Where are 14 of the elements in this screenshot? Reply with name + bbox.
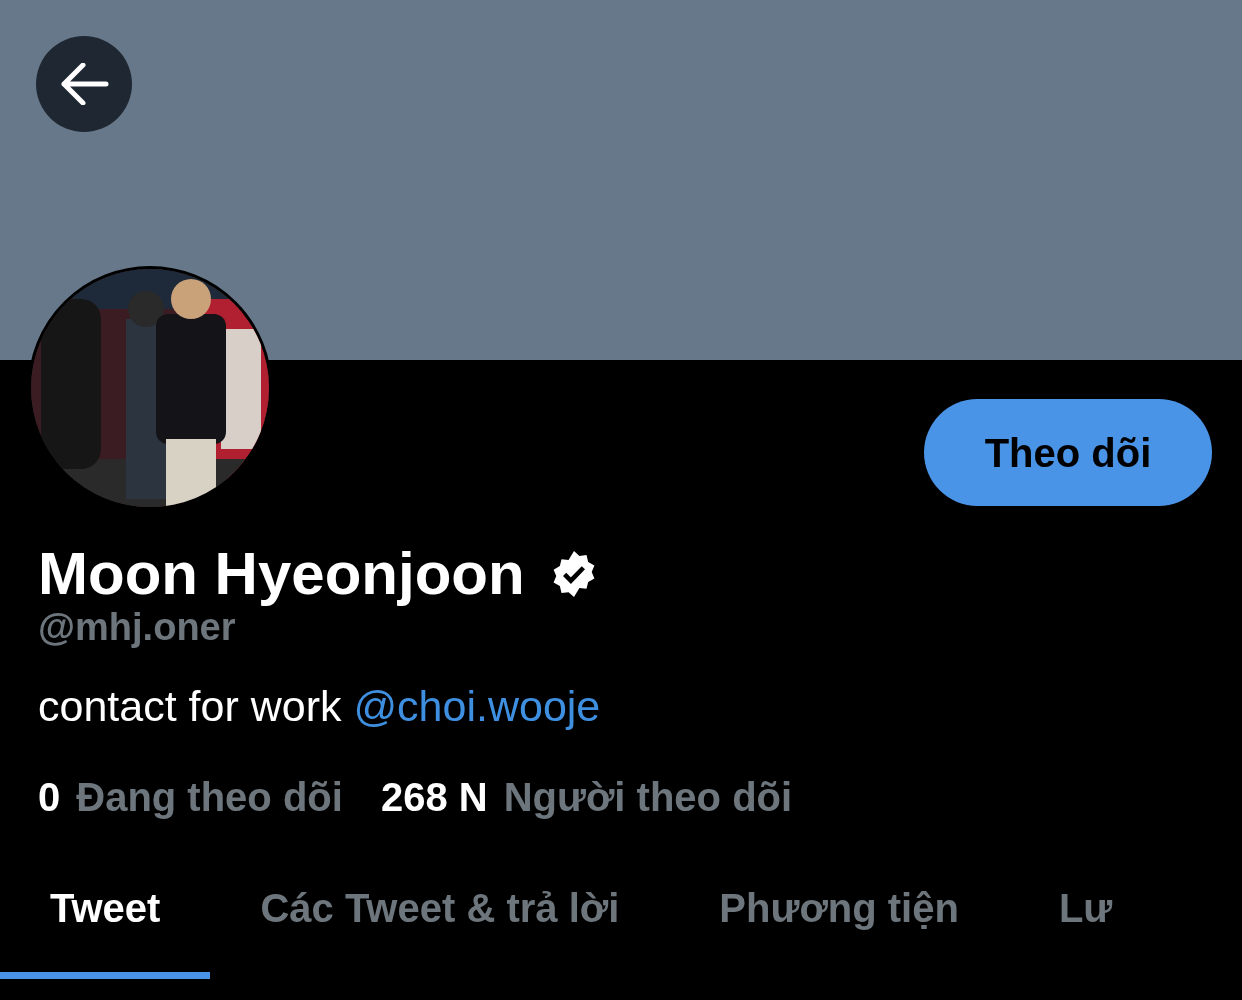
profile-tab[interactable]: Các Tweet & trả lời <box>260 828 620 987</box>
stat-count: 0 <box>38 773 61 821</box>
follow-button[interactable]: Theo dõi <box>924 399 1212 506</box>
mention-link[interactable]: @choi.wooje <box>353 682 601 730</box>
stat-count: 268 N <box>380 773 488 821</box>
profile-bio: contact for work @choi.wooje <box>38 681 602 732</box>
profile-tab[interactable]: Lư <box>1058 828 1113 987</box>
profile-handle: @mhj.oner <box>38 606 237 650</box>
profile-tab[interactable]: Tweet <box>0 828 211 987</box>
profile-name: Moon Hyeonjoon <box>38 541 525 607</box>
profile-tab[interactable]: Phương tiện <box>719 828 959 987</box>
stat-label[interactable]: Đang theo dõi <box>76 766 343 827</box>
stat-label[interactable]: Người theo dõi <box>503 766 793 827</box>
back-arrow-icon <box>59 63 109 105</box>
